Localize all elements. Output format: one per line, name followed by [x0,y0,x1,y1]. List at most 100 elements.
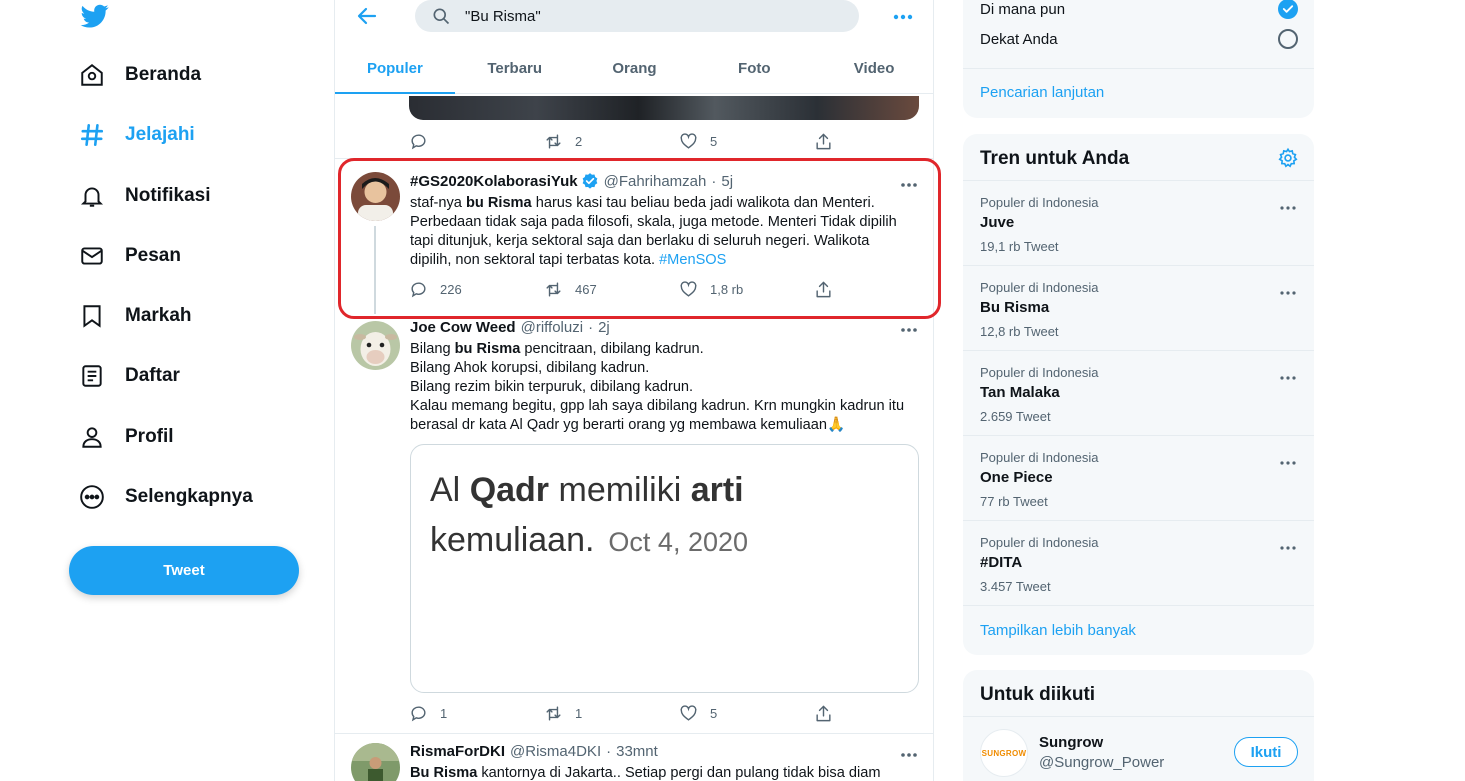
trends-title: Tren untuk Anda [980,148,1130,169]
home-icon [78,61,106,89]
search-input[interactable] [465,7,825,25]
handle[interactable]: @riffoluzi [521,319,583,336]
timestamp[interactable]: 5j [721,173,733,190]
reply-action[interactable]: 1 [409,704,544,723]
tweet-text: staf-nya bu Risma harus kasi tau beliau … [410,195,897,268]
tweet-more-icon[interactable] [899,747,919,757]
tab-populer[interactable]: Populer [335,44,455,94]
tweet-header: Joe Cow Weed @riffoluzi · 2j [410,319,610,336]
nav-item-profil[interactable]: Profil [78,417,174,457]
location-filter-panel: Di mana pun Dekat Anda Pencarian lanjuta… [963,0,1314,118]
bell-icon [78,182,106,210]
display-name[interactable]: RismaForDKI [410,743,505,760]
tweet-more-icon[interactable] [899,322,919,332]
tweet-image-card[interactable]: Al Qadr memiliki arti kemuliaan. Oct 4, 2… [410,444,919,693]
tweet-fahrihamzah[interactable]: #GS2020KolaborasiYuk @Fahrihamzah · 5j s… [335,158,933,318]
tab-foto[interactable]: Foto [694,44,814,93]
tweet-text: Bu Risma kantornya di Jakarta.. Setiap p… [410,765,881,781]
nav-item-pesan[interactable]: Pesan [78,236,181,276]
share-action[interactable] [814,704,834,723]
reply-action[interactable]: 226 [409,280,544,299]
trend-more-icon[interactable] [1279,454,1297,465]
avatar[interactable]: SUNGROW [980,729,1028,777]
display-name[interactable]: #GS2020KolaborasiYuk [410,173,578,190]
trend-item[interactable]: Populer di Indonesia Juve 19,1 rb Tweet [963,180,1314,265]
right-sidebar: Di mana pun Dekat Anda Pencarian lanjuta… [934,0,1465,781]
retweet-action[interactable]: 467 [544,280,679,299]
radio-button[interactable] [1278,29,1298,49]
share-icon [814,132,833,151]
reply-icon [409,704,428,723]
tweet-button[interactable]: Tweet [69,546,299,595]
trend-item[interactable]: Populer di Indonesia One Piece 77 rb Twe… [963,435,1314,520]
account-handle: @Sungrow_Power [1039,754,1165,771]
tab-terbaru[interactable]: Terbaru [455,44,575,93]
handle[interactable]: @Risma4DKI [510,743,601,760]
trend-more-icon[interactable] [1279,369,1297,380]
display-name[interactable]: Joe Cow Weed [410,319,516,336]
follow-suggestion[interactable]: SUNGROW Sungrow @Sungrow_Power Ikuti [963,716,1314,781]
tweet-actions: 2 5 [409,131,839,151]
location-option-nearby[interactable]: Dekat Anda [980,26,1298,52]
retweet-icon [544,132,563,151]
account-name[interactable]: Sungrow [1039,734,1103,751]
checkmark-icon[interactable] [1278,0,1298,19]
handle[interactable]: @Fahrihamzah [604,173,707,190]
avatar[interactable] [351,321,400,370]
envelope-icon [78,242,106,270]
nav-item-jelajahi[interactable]: Jelajahi [78,115,195,155]
like-action[interactable]: 5 [679,704,814,723]
share-action[interactable] [814,132,834,151]
hashtag-link[interactable]: #MenSOS [659,252,726,268]
search-tabs: Populer Terbaru Orang Foto Video [335,44,933,94]
trend-more-icon[interactable] [1279,199,1297,210]
search-box[interactable] [415,0,859,32]
nav-item-selengkapnya[interactable]: Selengkapnya [78,477,253,517]
nav-item-daftar[interactable]: Daftar [78,356,180,396]
nav-label: Selengkapnya [125,486,253,507]
retweet-icon [544,280,563,299]
tab-video[interactable]: Video [814,44,933,93]
show-more-link[interactable]: Tampilkan lebih banyak [980,622,1136,639]
reply-icon [409,132,428,151]
tweet-media-image[interactable] [409,96,919,120]
location-option-anywhere[interactable]: Di mana pun [980,0,1298,22]
twitter-logo-icon[interactable] [80,2,110,30]
tweet-text: Bilang bu Risma pencitraan, dibilang kad… [410,341,905,433]
nav-label: Daftar [125,365,180,386]
tweet-actions: 226 467 1,8 rb [409,279,839,299]
back-arrow-icon[interactable] [355,4,379,28]
tweet-header: RismaForDKI @Risma4DKI · 33mnt [410,743,658,760]
timestamp[interactable]: 33mnt [616,743,658,760]
retweet-action[interactable]: 1 [544,704,679,723]
nav-item-markah[interactable]: Markah [78,296,192,336]
nav-item-beranda[interactable]: Beranda [78,55,201,95]
avatar[interactable] [351,743,400,781]
thread-line [374,226,376,314]
more-options-icon[interactable] [891,6,915,26]
tab-orang[interactable]: Orang [575,44,695,93]
share-icon [814,280,833,299]
trend-item[interactable]: Populer di Indonesia Tan Malaka 2.659 Tw… [963,350,1314,435]
trend-more-icon[interactable] [1279,284,1297,295]
trend-item[interactable]: Populer di Indonesia Bu Risma 12,8 rb Tw… [963,265,1314,350]
trend-more-icon[interactable] [1279,539,1297,550]
advanced-search-link[interactable]: Pencarian lanjutan [980,84,1104,101]
nav-item-notifikasi[interactable]: Notifikasi [78,176,211,216]
bookmark-icon [78,302,106,330]
follow-button[interactable]: Ikuti [1234,737,1298,767]
reply-action[interactable] [409,132,544,151]
share-icon [814,704,833,723]
timestamp[interactable]: 2j [598,319,610,336]
avatar[interactable] [351,172,400,221]
gear-icon[interactable] [1277,147,1299,169]
tweet-risma4dki[interactable]: RismaForDKI @Risma4DKI · 33mnt Bu Risma … [335,734,933,781]
like-action[interactable]: 5 [679,132,814,151]
more-circle-icon [78,483,106,511]
share-action[interactable] [814,280,834,299]
like-action[interactable]: 1,8 rb [679,280,814,299]
retweet-action[interactable]: 2 [544,132,679,151]
tweet-more-icon[interactable] [899,177,919,187]
trend-item[interactable]: Populer di Indonesia #DITA 3.457 Tweet [963,520,1314,605]
nav-label: Beranda [125,64,202,85]
